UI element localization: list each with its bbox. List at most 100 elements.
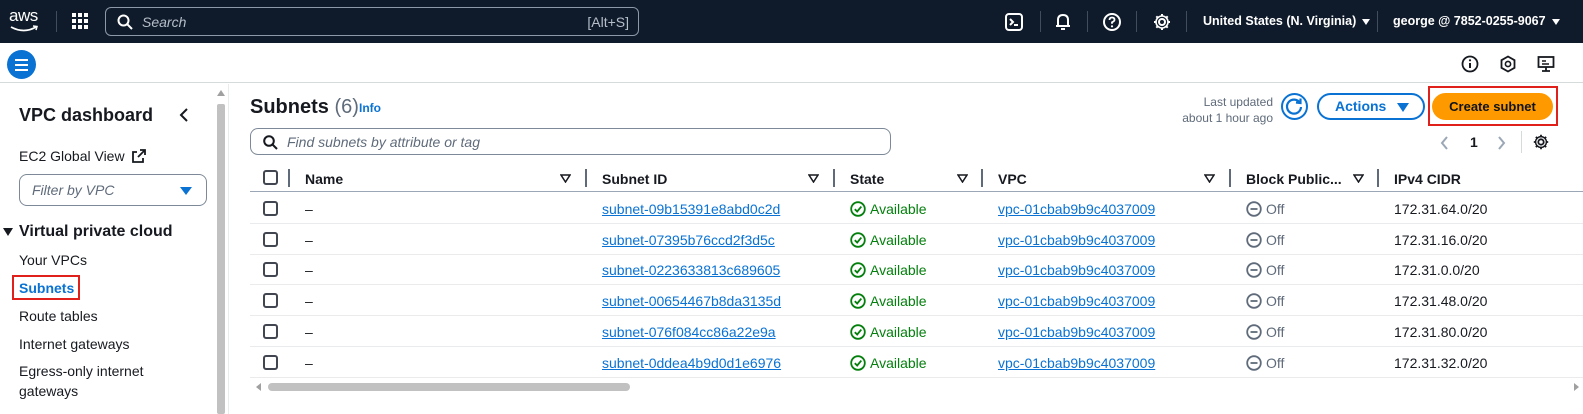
cell-vpc-link[interactable]: vpc-01cbab9b9c4037009 [998,293,1155,309]
table-preferences-gear-icon[interactable] [1532,133,1550,151]
column-divider[interactable] [833,169,835,187]
display-settings-icon[interactable] [1537,55,1555,73]
table-horizontal-scrollbar[interactable] [254,381,1583,393]
table-row[interactable]: – subnet-00654467b8da3135d Available vpc… [250,285,1583,317]
cell-block-public-access: Off [1246,293,1284,309]
column-divider[interactable] [1377,169,1379,187]
cell-vpc-link[interactable]: vpc-01cbab9b9c4037009 [998,232,1155,248]
nav-divider [1136,11,1137,32]
row-checkbox[interactable] [263,262,278,278]
services-grid-icon[interactable] [72,13,88,29]
feedback-icon[interactable] [1499,55,1517,73]
previous-page-icon[interactable] [1440,136,1449,150]
sidebar-item-egress-only-internet-gateways-cont[interactable]: gateways [19,383,78,399]
scroll-up-arrow-icon[interactable] [217,90,225,96]
top-navigation: aws Search [Alt+S] United States (N. Vir… [0,0,1583,43]
sidebar-scrollbar[interactable] [215,88,227,414]
row-checkbox[interactable] [263,293,278,309]
external-link-icon [132,149,147,163]
refresh-button[interactable] [1281,93,1308,120]
actions-button[interactable]: Actions [1317,93,1425,120]
cell-subnet-id-link[interactable]: subnet-00654467b8da3135d [602,293,781,309]
cell-subnet-id-link[interactable]: subnet-07395b76ccd2f3d5c [602,232,775,248]
next-page-icon[interactable] [1497,136,1506,150]
column-divider[interactable] [981,169,983,187]
sort-caret-icon[interactable] [1204,174,1215,183]
cell-block-label: Off [1266,354,1285,371]
create-subnet-highlight-box [1428,86,1558,126]
table-row[interactable]: – subnet-09b15391e8abd0c2d Available vpc… [250,193,1583,224]
row-checkbox[interactable] [263,354,278,370]
row-checkbox[interactable] [263,201,278,216]
cell-block-public-access: Off [1246,232,1284,248]
close-sidebar-icon[interactable] [178,107,190,123]
info-link[interactable]: Info [359,101,381,115]
sidebar-item-egress-only-internet-gateways[interactable]: Egress-only internet [19,363,144,379]
cell-subnet-id-link[interactable]: subnet-0223633813c689605 [602,262,780,278]
chevron-down-icon [1551,18,1560,25]
cell-subnet-id-link[interactable]: subnet-076f084cc86a22e9a [602,324,776,340]
side-navigation-toggle-button[interactable] [7,50,36,79]
cell-name: – [305,323,313,340]
sort-caret-icon[interactable] [957,174,968,183]
help-icon[interactable] [1102,12,1122,32]
cell-vpc-link[interactable]: vpc-01cbab9b9c4037009 [998,355,1155,371]
scroll-right-arrow-icon[interactable] [1574,383,1579,391]
column-header-subnet-id[interactable]: Subnet ID [602,171,667,187]
column-divider[interactable] [1229,169,1231,187]
page-number[interactable]: 1 [1470,134,1478,150]
column-header-vpc[interactable]: VPC [998,171,1027,187]
cell-vpc-link[interactable]: vpc-01cbab9b9c4037009 [998,324,1155,340]
last-updated: Last updated about 1 hour ago [1160,94,1273,126]
sort-caret-icon[interactable] [560,174,571,183]
column-header-name[interactable]: Name [305,171,343,187]
column-divider[interactable] [585,169,587,187]
info-icon[interactable] [1461,55,1479,73]
row-checkbox[interactable] [263,231,278,247]
table-row[interactable]: – subnet-076f084cc86a22e9a Available vpc… [250,316,1583,347]
cell-subnet-id-link[interactable]: subnet-0ddea4b9d0d1e6976 [602,355,781,371]
nav-divider [1040,11,1041,32]
bell-icon[interactable] [1053,12,1073,32]
global-search-input[interactable]: Search [Alt+S] [105,7,639,36]
column-header-block-public-access[interactable]: Block Public... [1246,171,1342,187]
sidebar-title[interactable]: VPC dashboard [19,105,153,126]
find-placeholder: Find subnets by attribute or tag [287,134,480,150]
search-placeholder: Search [142,14,187,30]
cell-vpc-link[interactable]: vpc-01cbab9b9c4037009 [998,262,1155,278]
sidebar-item-internet-gateways[interactable]: Internet gateways [19,336,130,352]
sidebar-item-ec2-global-view[interactable]: EC2 Global View [19,148,147,164]
table-row[interactable]: – subnet-0ddea4b9d0d1e6976 Available vpc… [250,347,1583,378]
cloudshell-icon[interactable] [1004,12,1024,32]
row-checkbox[interactable] [263,323,278,339]
account-label: george @ 7852-0255-9067 [1393,14,1546,28]
table-row[interactable]: – subnet-07395b76ccd2f3d5c Available vpc… [250,224,1583,255]
column-header-state[interactable]: State [850,171,884,187]
cell-subnet-id-link[interactable]: subnet-09b15391e8abd0c2d [602,201,780,217]
settings-icon[interactable] [1152,12,1172,32]
search-shortcut: [Alt+S] [587,14,629,30]
column-divider[interactable] [288,169,290,187]
subnets-highlight-box [12,275,80,300]
aws-logo[interactable]: aws [9,7,41,33]
vpc-filter-select[interactable]: Filter by VPC [19,174,207,206]
cell-state: Available [850,293,927,309]
table-row[interactable]: – subnet-0223633813c689605 Available vpc… [250,254,1583,286]
sidebar-section-virtual-private-cloud[interactable]: Virtual private cloud [3,223,173,241]
select-all-checkbox[interactable] [263,170,278,185]
account-menu[interactable]: george @ 7852-0255-9067 [1393,14,1560,28]
column-header-ipv4-cidr[interactable]: IPv4 CIDR [1394,171,1461,187]
scrollbar-thumb[interactable] [268,383,630,391]
scroll-left-arrow-icon[interactable] [256,383,261,391]
caret-down-icon [180,187,192,195]
scrollbar-thumb[interactable] [217,104,225,414]
region-selector[interactable]: United States (N. Virginia) [1203,14,1371,28]
sidebar-item-your-vpcs[interactable]: Your VPCs [19,252,87,268]
cell-state-label: Available [870,354,927,371]
find-subnets-input[interactable]: Find subnets by attribute or tag [250,128,891,155]
sort-caret-icon[interactable] [1353,174,1364,183]
cell-name: – [305,293,313,310]
sidebar-item-route-tables[interactable]: Route tables [19,308,98,324]
sort-caret-icon[interactable] [808,174,819,183]
cell-vpc-link[interactable]: vpc-01cbab9b9c4037009 [998,201,1155,217]
